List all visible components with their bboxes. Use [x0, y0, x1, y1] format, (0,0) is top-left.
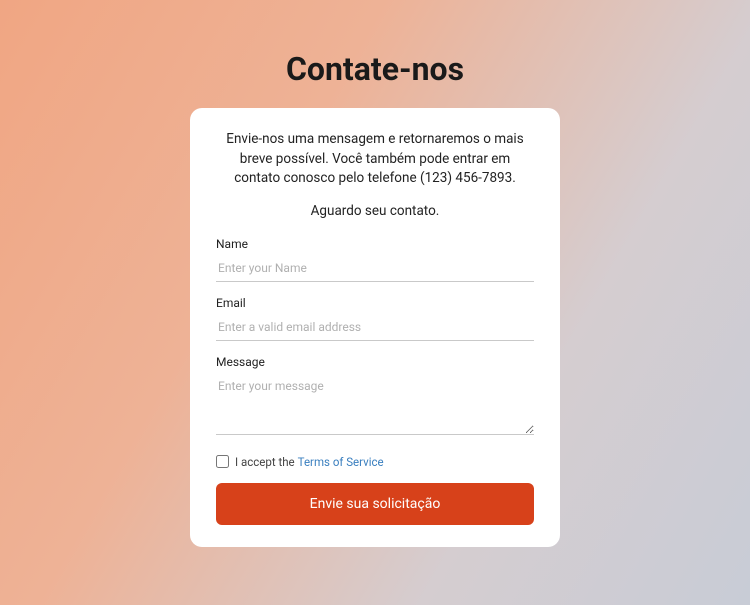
name-field: Name — [216, 237, 534, 282]
contact-card: Envie-nos uma mensagem e retornaremos o … — [190, 108, 560, 547]
terms-link[interactable]: Terms of Service — [298, 455, 384, 469]
page-title: Contate-nos — [286, 50, 464, 88]
name-label: Name — [216, 237, 534, 251]
terms-prefix: I accept the — [235, 455, 295, 469]
message-input[interactable] — [216, 375, 534, 435]
wait-text: Aguardo seu contato. — [216, 203, 534, 219]
email-field: Email — [216, 296, 534, 341]
message-label: Message — [216, 355, 534, 369]
name-input[interactable] — [216, 257, 534, 282]
terms-checkbox[interactable] — [216, 455, 229, 468]
message-field: Message — [216, 355, 534, 439]
email-label: Email — [216, 296, 534, 310]
intro-text: Envie-nos uma mensagem e retornaremos o … — [216, 130, 534, 189]
terms-row: I accept the Terms of Service — [216, 455, 534, 469]
submit-button[interactable]: Envie sua solicitação — [216, 483, 534, 525]
email-input[interactable] — [216, 316, 534, 341]
